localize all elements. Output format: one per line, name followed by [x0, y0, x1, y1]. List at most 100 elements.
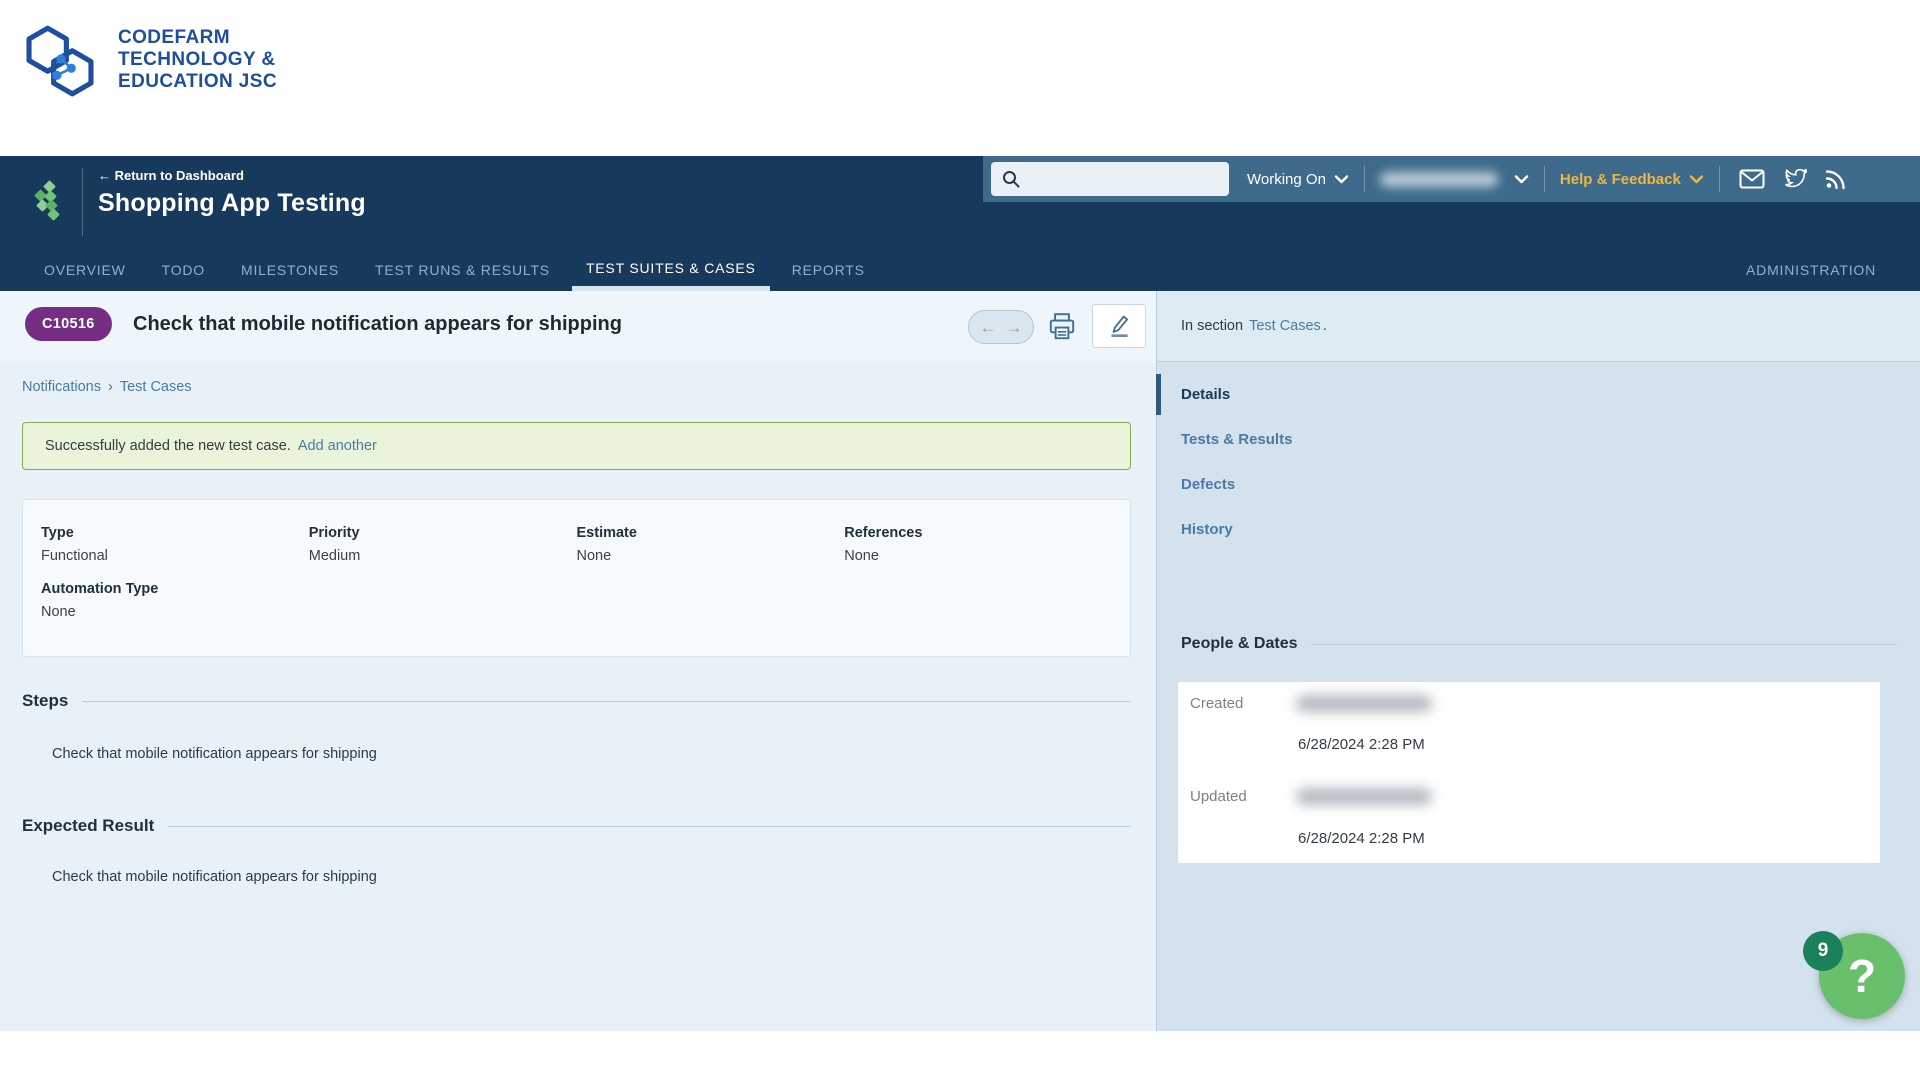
chevron-down-icon [1514, 173, 1529, 185]
help-feedback-dropdown[interactable]: Help & Feedback [1560, 171, 1704, 188]
case-prev-next-buttons[interactable]: ← → [968, 310, 1034, 344]
sidebar-item-tests-results[interactable]: Tests & Results [1157, 417, 1920, 462]
rss-icon[interactable] [1825, 169, 1847, 189]
testrail-page: CODEFARM TECHNOLOGY & EDUCATION JSC Work… [0, 0, 1920, 1080]
brand-header: CODEFARM TECHNOLOGY & EDUCATION JSC [0, 0, 1920, 156]
breadcrumb-test-cases-link[interactable]: Test Cases [120, 379, 192, 395]
people-dates-card: Created 6/28/2024 2:28 PM Updated 6/28/2… [1178, 682, 1880, 863]
twitter-icon[interactable] [1783, 169, 1807, 189]
working-on-label: Working On [1247, 171, 1326, 188]
divider [82, 701, 1131, 702]
return-to-dashboard-link[interactable]: ← Return to Dashboard [98, 168, 244, 183]
steps-section-heading: Steps [22, 691, 1131, 711]
print-button[interactable] [1046, 311, 1078, 348]
case-title: Check that mobile notification appears f… [133, 313, 622, 336]
project-navbar: Working On Help & Feedback [0, 156, 1920, 291]
divider [1544, 166, 1545, 192]
company-logo[interactable]: CODEFARM TECHNOLOGY & EDUCATION JSC [20, 20, 277, 100]
success-message: Successfully added the new test case. [45, 438, 291, 454]
sidebar-item-label: Defects [1181, 476, 1235, 493]
mail-icon[interactable] [1739, 169, 1765, 189]
search-input[interactable] [1022, 162, 1229, 196]
field-label: Type [41, 525, 309, 541]
prev-arrow-icon[interactable]: ← [980, 319, 997, 336]
search-box[interactable] [991, 162, 1229, 196]
project-title: Shopping App Testing [98, 189, 366, 218]
testrail-project-icon [33, 180, 61, 226]
steps-section-body: Check that mobile notification appears f… [52, 746, 377, 762]
field-label: Automation Type [41, 581, 316, 597]
updated-datetime: 6/28/2024 2:28 PM [1298, 830, 1425, 847]
tab-todo[interactable]: TODO [162, 250, 205, 291]
in-section-prefix: In section [1181, 318, 1243, 334]
question-mark-icon: ? [1848, 949, 1876, 1003]
section-test-cases-link[interactable]: Test Cases [1249, 318, 1321, 334]
field-automation-type: Automation Type None [41, 581, 316, 620]
sidebar-item-history[interactable]: History [1157, 507, 1920, 552]
section-title: People & Dates [1181, 635, 1297, 653]
section-title: Expected Result [22, 816, 154, 836]
success-banner: Successfully added the new test case. Ad… [22, 422, 1131, 470]
tab-overview[interactable]: OVERVIEW [44, 250, 126, 291]
field-value: None [577, 548, 845, 564]
field-label: Priority [309, 525, 577, 541]
help-feedback-label: Help & Feedback [1560, 171, 1681, 188]
field-value: None [844, 548, 1112, 564]
hexagon-logo-icon [20, 20, 100, 100]
sidebar-item-details[interactable]: Details [1157, 372, 1920, 417]
updated-by-name-redacted [1296, 788, 1432, 805]
tab-reports[interactable]: REPORTS [792, 250, 865, 291]
field-priority: Priority Medium [309, 525, 577, 564]
field-estimate: Estimate None [577, 525, 845, 564]
tab-milestones[interactable]: MILESTONES [241, 250, 339, 291]
page-bottom-strip [0, 1031, 1920, 1080]
next-arrow-icon[interactable]: → [1006, 319, 1023, 336]
field-value: Medium [309, 548, 577, 564]
field-label: References [844, 525, 1112, 541]
divider [82, 168, 83, 236]
sidebar-item-label: Details [1181, 386, 1230, 403]
breadcrumb-notifications-link[interactable]: Notifications [22, 379, 101, 395]
created-label: Created [1190, 695, 1243, 712]
divider [1364, 166, 1365, 192]
field-type: Type Functional [41, 525, 309, 564]
in-section-suffix: . [1323, 318, 1327, 334]
tab-test-runs-results[interactable]: TEST RUNS & RESULTS [375, 250, 550, 291]
expected-result-section-body: Check that mobile notification appears f… [52, 869, 377, 885]
search-icon [1000, 168, 1022, 190]
user-name-redacted [1380, 172, 1498, 187]
in-section-row: In section Test Cases . [1157, 291, 1920, 362]
sidebar-nav: Details Tests & Results Defects History [1157, 362, 1920, 552]
tab-test-suites-cases[interactable]: TEST SUITES & CASES [572, 250, 770, 291]
case-title-row: C10516 Check that mobile notification ap… [0, 291, 1156, 363]
test-case-panel: C10516 Check that mobile notification ap… [0, 291, 1156, 1031]
divider [1311, 644, 1897, 645]
sidebar-item-defects[interactable]: Defects [1157, 462, 1920, 507]
chevron-down-icon [1689, 173, 1704, 185]
help-notification-badge: 9 [1803, 931, 1843, 971]
chevron-down-icon [1334, 173, 1349, 185]
working-on-dropdown[interactable]: Working On [1247, 171, 1349, 188]
social-icons [1739, 169, 1847, 189]
add-another-link[interactable]: Add another [298, 438, 377, 454]
field-value: None [41, 604, 316, 620]
section-title: Steps [22, 691, 68, 711]
pencil-icon [1105, 312, 1133, 340]
created-by-name-redacted [1296, 695, 1432, 712]
case-sidebar: In section Test Cases . Details Tests & … [1156, 291, 1920, 1031]
case-fields-card: Type Functional Priority Medium Estimate… [22, 499, 1131, 657]
edit-button[interactable] [1092, 304, 1146, 348]
field-label: Estimate [577, 525, 845, 541]
field-value: Functional [41, 548, 309, 564]
breadcrumb: Notifications › Test Cases [22, 379, 192, 395]
tab-administration[interactable]: ADMINISTRATION [1746, 250, 1876, 291]
expected-result-section-heading: Expected Result [22, 816, 1131, 836]
divider [168, 826, 1131, 827]
user-menu-dropdown[interactable] [1380, 172, 1529, 187]
field-references: References None [844, 525, 1112, 564]
sidebar-item-label: Tests & Results [1181, 431, 1292, 448]
project-tabs: OVERVIEW TODO MILESTONES TEST RUNS & RES… [44, 250, 865, 291]
breadcrumb-separator: › [108, 379, 113, 395]
printer-icon [1046, 311, 1078, 343]
company-name: CODEFARM TECHNOLOGY & EDUCATION JSC [118, 27, 277, 93]
